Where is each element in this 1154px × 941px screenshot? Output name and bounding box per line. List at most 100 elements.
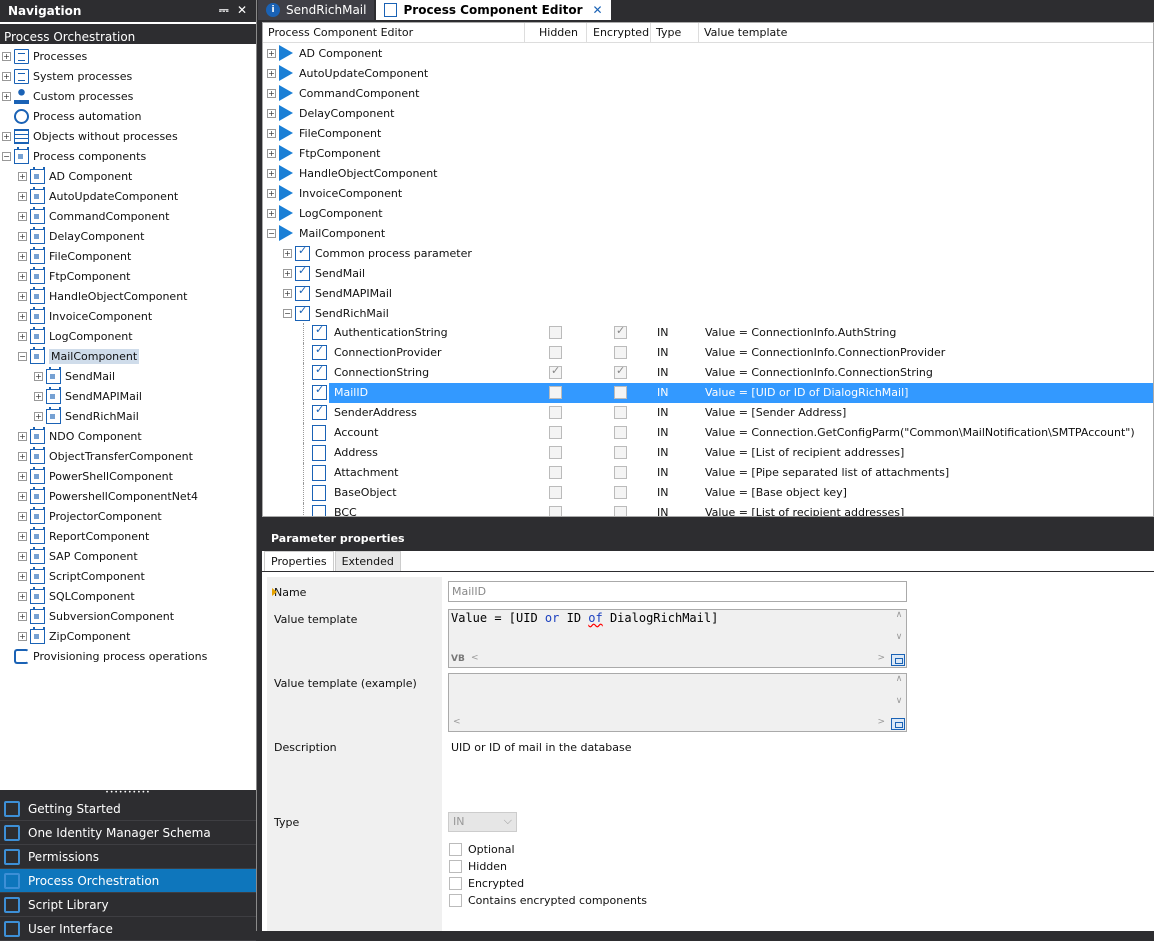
function-row-sendmail[interactable]: + SendMail — [263, 263, 1153, 283]
nav-item-ndo-component[interactable]: + NDO Component — [18, 426, 142, 446]
encrypted-checkbox[interactable] — [614, 426, 627, 439]
encrypted-checkbox[interactable] — [614, 466, 627, 479]
parameter-row-account[interactable]: Account IN Value = Connection.GetConfigPar… — [263, 423, 1153, 443]
parameter-row-senderaddress[interactable]: SenderAddress IN Value = [Sender Address] — [263, 403, 1153, 423]
encrypted-checkbox[interactable] — [614, 406, 627, 419]
nav-item-reportcomponent[interactable]: + ReportComponent — [18, 526, 149, 546]
expand-icon[interactable]: + — [18, 171, 27, 181]
expand-icon[interactable]: − — [18, 351, 27, 361]
nav-item-scriptcomponent[interactable]: + ScriptComponent — [18, 566, 145, 586]
nav-item-ftpcomponent[interactable]: + FtpComponent — [18, 266, 131, 286]
expand-icon[interactable]: + — [18, 491, 27, 501]
parameter-row-mailid[interactable]: MailID IN Value = [UID or ID of DialogRich… — [263, 383, 1153, 403]
expand-icon[interactable]: + — [34, 391, 43, 401]
expand-icon[interactable]: + — [18, 571, 27, 581]
expand-icon[interactable]: + — [18, 591, 27, 601]
hidden-checkbox[interactable] — [549, 426, 562, 439]
pin-icon[interactable]: ⎓ — [219, 3, 229, 18]
module-process-orchestration[interactable]: Process Orchestration — [0, 869, 256, 893]
nav-item-sap-component[interactable]: + SAP Component — [18, 546, 138, 566]
nav-item-zipcomponent[interactable]: + ZipComponent — [18, 626, 130, 646]
expand-icon[interactable]: + — [267, 48, 276, 58]
expand-icon[interactable]: + — [18, 511, 27, 521]
tab-extended[interactable]: Extended — [334, 551, 401, 571]
component-row-invoicecomponent[interactable]: + InvoiceComponent — [263, 183, 1153, 203]
column-type[interactable]: Type — [651, 23, 699, 42]
nav-item-invoicecomponent[interactable]: + InvoiceComponent — [18, 306, 152, 326]
expand-icon[interactable]: + — [18, 451, 27, 461]
nav-item-custom-processes[interactable]: + Custom processes — [2, 86, 133, 106]
nav-item-sqlcomponent[interactable]: + SQLComponent — [18, 586, 135, 606]
scroll-right-icon[interactable]: > — [877, 717, 885, 727]
nav-item-process-automation[interactable]: Process automation — [2, 106, 142, 126]
nav-item-commandcomponent[interactable]: + CommandComponent — [18, 206, 169, 226]
expand-icon[interactable]: + — [267, 68, 276, 78]
contains-encrypted-checkbox[interactable]: Contains encrypted components — [449, 894, 647, 907]
nav-item-projectorcomponent[interactable]: + ProjectorComponent — [18, 506, 162, 526]
value-template-editor[interactable]: Value = [UID or ID of DialogRichMail] ∧ … — [448, 609, 907, 668]
expand-icon[interactable]: + — [267, 88, 276, 98]
hidden-checkbox[interactable] — [549, 346, 562, 359]
component-row-delaycomponent[interactable]: + DelayComponent — [263, 103, 1153, 123]
hidden-checkbox[interactable] — [549, 486, 562, 499]
encrypted-checkbox[interactable] — [614, 506, 627, 516]
nav-item-process-components[interactable]: − Process components — [2, 146, 146, 166]
nav-item-sendmapimail[interactable]: + SendMAPIMail — [34, 386, 142, 406]
expand-icon[interactable]: − — [283, 308, 292, 318]
parameter-row-bcc[interactable]: BCC IN Value = [List of recipient addresse… — [263, 503, 1153, 516]
vertical-scrollbar[interactable]: ∧ ∨ — [892, 674, 906, 718]
tab-process-component-editor[interactable]: Process Component Editor ✕ — [376, 0, 611, 20]
parameter-row-authenticationstring[interactable]: AuthenticationString IN Value = Connection… — [263, 323, 1153, 343]
expand-icon[interactable]: − — [2, 151, 11, 161]
hidden-checkbox[interactable] — [549, 364, 562, 379]
expand-icon[interactable]: − — [267, 228, 276, 238]
function-row-sendrichmail[interactable]: − SendRichMail — [263, 303, 1153, 323]
expand-icon[interactable]: + — [2, 91, 11, 101]
hidden-checkbox[interactable] — [549, 446, 562, 459]
expand-icon[interactable]: + — [18, 231, 27, 241]
scroll-right-icon[interactable]: > — [877, 653, 885, 663]
scroll-down-icon[interactable]: ∨ — [892, 632, 906, 642]
expand-icon[interactable]: + — [18, 331, 27, 341]
nav-item-delaycomponent[interactable]: + DelayComponent — [18, 226, 144, 246]
open-editor-button[interactable] — [891, 654, 905, 666]
horizontal-scrollbar[interactable]: VB < > — [449, 653, 889, 667]
parameter-row-connectionstring[interactable]: ConnectionString IN Value = ConnectionInfo… — [263, 363, 1153, 383]
module-getting-started[interactable]: Getting Started — [0, 797, 256, 821]
component-row-logcomponent[interactable]: + LogComponent — [263, 203, 1153, 223]
encrypted-checkbox[interactable] — [614, 386, 627, 399]
function-row-sendmapimail[interactable]: + SendMAPIMail — [263, 283, 1153, 303]
expand-icon[interactable]: + — [18, 191, 27, 201]
value-template-example[interactable]: ∧ ∨ < > — [448, 673, 907, 732]
component-row-ftpcomponent[interactable]: + FtpComponent — [263, 143, 1153, 163]
expand-icon[interactable]: + — [18, 291, 27, 301]
parameter-row-address[interactable]: Address IN Value = [List of recipient addr… — [263, 443, 1153, 463]
nav-item-filecomponent[interactable]: + FileComponent — [18, 246, 131, 266]
parameter-row-baseobject[interactable]: BaseObject IN Value = [Base object key] — [263, 483, 1153, 503]
expand-icon[interactable]: + — [267, 128, 276, 138]
nav-item-provisioning-process-operations[interactable]: Provisioning process operations — [2, 646, 207, 666]
scroll-left-icon[interactable]: < — [453, 717, 461, 727]
component-row-mailcomponent[interactable]: − MailComponent — [263, 223, 1153, 243]
expand-icon[interactable]: + — [18, 271, 27, 281]
nav-item-powershellcomponentnet4[interactable]: + PowershellComponentNet4 — [18, 486, 198, 506]
nav-item-processes[interactable]: + Processes — [2, 46, 87, 66]
nav-item-system-processes[interactable]: + System processes — [2, 66, 132, 86]
encrypted-checkbox[interactable] — [614, 364, 627, 379]
scroll-down-icon[interactable]: ∨ — [892, 696, 906, 706]
expand-icon[interactable]: + — [283, 268, 292, 278]
component-row-handleobjectcomponent[interactable]: + HandleObjectComponent — [263, 163, 1153, 183]
expand-icon[interactable]: + — [18, 551, 27, 561]
expand-icon[interactable]: + — [34, 411, 43, 421]
expand-icon[interactable]: + — [2, 51, 11, 61]
expand-icon[interactable]: + — [2, 71, 11, 81]
encrypted-checkbox[interactable] — [614, 346, 627, 359]
module-permissions[interactable]: Permissions — [0, 845, 256, 869]
module-script-library[interactable]: Script Library — [0, 893, 256, 917]
type-select[interactable]: IN ⌵ — [448, 812, 517, 832]
name-field[interactable]: MailID — [448, 581, 907, 602]
nav-item-autoupdatecomponent[interactable]: + AutoUpdateComponent — [18, 186, 178, 206]
scroll-up-icon[interactable]: ∧ — [892, 610, 906, 620]
expand-icon[interactable]: + — [34, 371, 43, 381]
component-row-commandcomponent[interactable]: + CommandComponent — [263, 83, 1153, 103]
